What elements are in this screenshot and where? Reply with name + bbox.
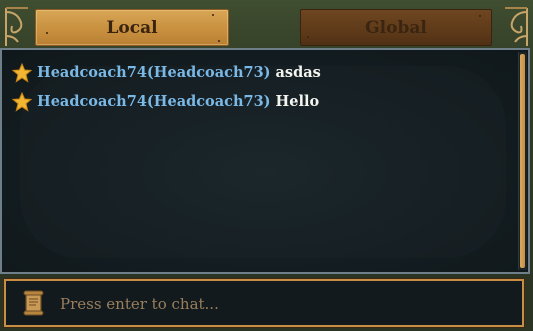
chat-input-frame [4,279,524,327]
tab-local[interactable]: Local [35,9,229,46]
message-text: asdas [275,64,321,81]
message-list: Headcoach74(Headcoach73) asdas Headcoach… [12,58,506,116]
chat-scrollbar[interactable] [518,52,527,270]
message-text: Hello [275,93,320,110]
tab-global[interactable]: Global [300,9,492,46]
tab-global-label: Global [365,17,427,38]
chat-tab-bar: Local Global [0,0,533,50]
star-icon [12,62,32,83]
chat-message: Headcoach74(Headcoach73) asdas [12,58,506,87]
chat-input-bar [0,274,533,331]
chat-message: Headcoach74(Headcoach73) Hello [12,87,506,116]
chat-messages-panel: Headcoach74(Headcoach73) asdas Headcoach… [0,48,530,274]
scrollbar-thumb[interactable] [520,54,525,268]
tab-local-label: Local [106,17,158,38]
message-sender[interactable]: Headcoach74(Headcoach73) [37,64,271,81]
corner-ornament-icon [505,7,528,46]
scroll-icon [23,290,44,316]
corner-ornament-icon [5,7,28,46]
chat-input[interactable] [58,281,517,327]
star-icon [12,91,32,112]
chat-window: Local Global Headcoach74(Headcoach73) as… [0,0,533,331]
message-sender[interactable]: Headcoach74(Headcoach73) [37,93,271,110]
